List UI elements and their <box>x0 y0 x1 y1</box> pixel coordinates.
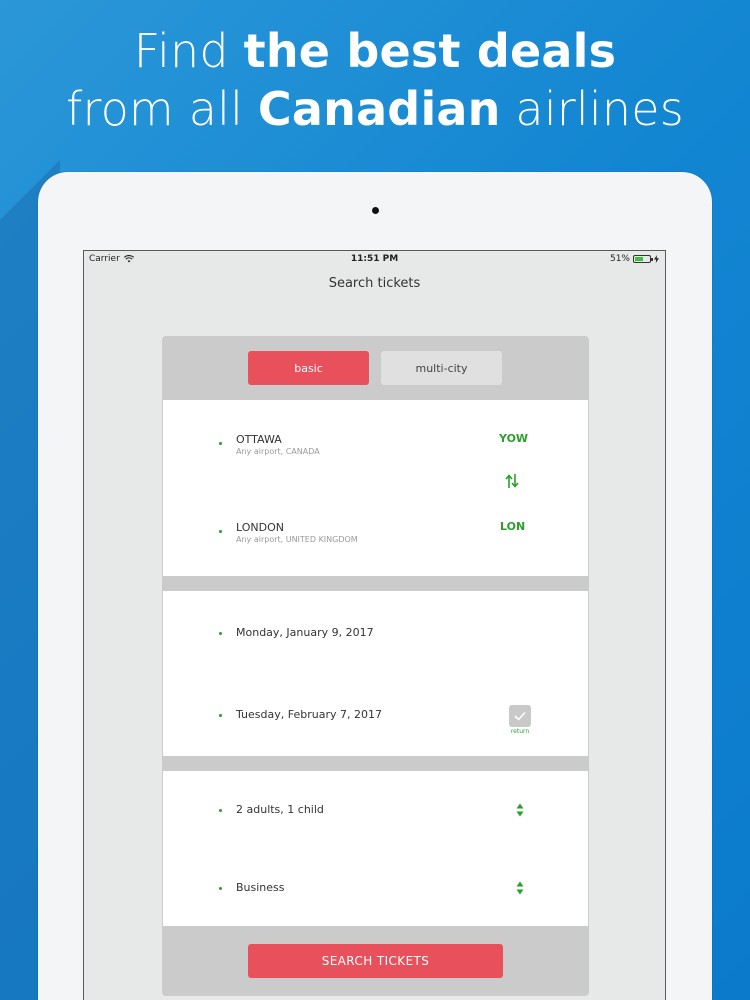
headline-line2-light: from all <box>66 82 258 136</box>
return-checkbox[interactable] <box>509 705 531 727</box>
return-label: return <box>510 728 530 735</box>
marketing-headline: Find the best deals from all Canadian ai… <box>0 22 750 138</box>
bullet-icon <box>219 530 222 533</box>
route-panel: OTTAWA Any airport, CANADA YOW LONDON An… <box>163 400 588 576</box>
depart-date: Monday, January 9, 2017 <box>236 626 374 639</box>
headline-line2-tail: airlines <box>500 82 684 136</box>
camera-dot <box>372 207 379 214</box>
battery-percent: 51% <box>609 254 630 264</box>
headline-line1-light: Find <box>133 24 244 78</box>
tab-basic[interactable]: basic <box>248 351 369 385</box>
cabin-class-value: Business <box>236 881 285 894</box>
return-date: Tuesday, February 7, 2017 <box>236 708 382 721</box>
destination-detail: Any airport, UNITED KINGDOM <box>236 535 358 544</box>
bullet-icon <box>219 809 222 812</box>
dates-panel: Monday, January 9, 2017 Tuesday, Februar… <box>163 591 588 756</box>
origin-city: OTTAWA <box>236 433 282 446</box>
bullet-icon <box>219 887 222 890</box>
stepper-updown-icon[interactable] <box>515 881 525 895</box>
origin-detail: Any airport, CANADA <box>236 447 320 456</box>
app-screen: Carrier 11:51 PM 51% Search tickets basi… <box>83 250 666 1000</box>
headline-line-1: Find the best deals <box>0 22 750 80</box>
ipad-frame: Carrier 11:51 PM 51% Search tickets basi… <box>38 172 712 1000</box>
swap-direction-icon[interactable] <box>505 473 519 489</box>
search-form-card: basic multi-city OTTAWA Any airport, CAN… <box>162 336 589 996</box>
page-title: Search tickets <box>328 276 421 291</box>
search-tickets-button[interactable]: SEARCH TICKETS <box>248 944 503 978</box>
passengers-value: 2 adults, 1 child <box>236 803 324 816</box>
bullet-icon <box>219 632 222 635</box>
headline-line2-bold: Canadian <box>257 82 501 136</box>
battery-icon <box>633 255 653 263</box>
status-battery: 51% <box>610 254 659 264</box>
origin-code: YOW <box>499 432 529 445</box>
destination-city: LONDON <box>236 521 284 534</box>
headline-line1-bold: the best deals <box>243 24 617 78</box>
stepper-updown-icon[interactable] <box>515 803 525 817</box>
bullet-icon <box>219 442 222 445</box>
charging-bolt-icon <box>654 255 659 263</box>
status-time: 11:51 PM <box>350 254 399 264</box>
travellers-panel: 2 adults, 1 child Business <box>163 771 588 926</box>
check-icon <box>514 711 526 721</box>
destination-code: LON <box>500 520 526 533</box>
status-bar: Carrier 11:51 PM 51% <box>84 251 665 268</box>
tab-multi-city[interactable]: multi-city <box>381 351 502 385</box>
headline-line-2: from all Canadian airlines <box>0 80 750 138</box>
bullet-icon <box>219 714 222 717</box>
